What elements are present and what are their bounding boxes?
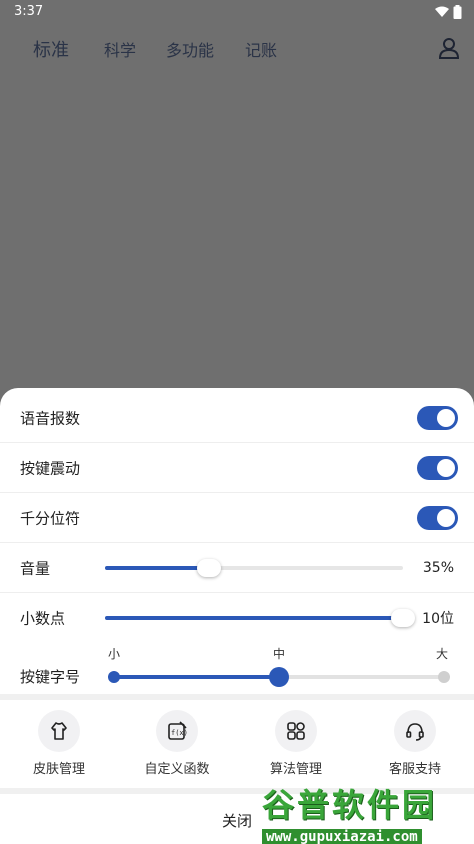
watermark-logo: 谷普软件园 www.gupuxiazai.com xyxy=(262,780,474,844)
decimal-row: 小数点 10位 xyxy=(0,593,474,643)
skin-manage-button[interactable]: 皮肤管理 xyxy=(14,710,104,777)
volume-slider[interactable] xyxy=(105,558,403,577)
thousands-label: 千分位符 xyxy=(20,509,81,527)
tab-multifunction[interactable]: 多功能 xyxy=(166,37,214,61)
keysize-stop-small[interactable] xyxy=(108,671,120,683)
watermark-line2: www.gupuxiazai.com xyxy=(262,829,422,844)
skin-manage-label: 皮肤管理 xyxy=(32,762,85,777)
function-icon: f(x) xyxy=(168,721,188,740)
keysize-row: 按键字号 小 中 大 xyxy=(0,641,474,691)
close-label: 关闭 xyxy=(221,812,252,830)
settings-sheet: 语音报数 按键震动 千分位符 音量 35% 小数点 10位 按键字号 小 中 大 xyxy=(0,388,474,844)
volume-slider-thumb[interactable] xyxy=(197,558,222,577)
keysize-stop-large[interactable] xyxy=(438,671,450,683)
svg-text:f(x): f(x) xyxy=(171,729,188,737)
keysize-mark-small: 小 xyxy=(108,647,121,661)
tab-accounting[interactable]: 记账 xyxy=(245,37,277,61)
decimal-slider-fill xyxy=(105,616,403,620)
voice-row: 语音报数 xyxy=(0,393,474,443)
function-icon-bg: f(x) xyxy=(156,710,198,752)
thousands-toggle[interactable] xyxy=(417,505,458,530)
status-bar: 3:37 xyxy=(0,0,474,24)
decimal-label: 小数点 xyxy=(20,609,66,628)
headset-icon-bg xyxy=(394,710,436,752)
skin-icon xyxy=(51,722,67,740)
keysize-slider[interactable] xyxy=(108,667,450,687)
status-icons xyxy=(435,5,462,19)
user-icon[interactable] xyxy=(438,37,460,59)
vibrate-label: 按键震动 xyxy=(20,459,81,477)
tab-scientific[interactable]: 科学 xyxy=(104,37,136,61)
keysize-label: 按键字号 xyxy=(20,668,81,686)
customer-support-label: 客服支持 xyxy=(388,762,441,777)
custom-function-button[interactable]: f(x) 自定义函数 xyxy=(132,710,222,777)
keysize-mark-large: 大 xyxy=(436,647,449,661)
mode-tabs: 标准 科学 多功能 记账 xyxy=(0,30,474,66)
volume-row: 音量 35% xyxy=(0,543,474,593)
decimal-slider-thumb[interactable] xyxy=(391,609,415,627)
customer-support-button[interactable]: 客服支持 xyxy=(370,710,460,777)
voice-label: 语音报数 xyxy=(20,409,81,427)
watermark-line1: 谷普软件园 xyxy=(262,786,438,824)
decimal-slider[interactable] xyxy=(105,609,415,627)
headset-icon xyxy=(406,723,424,741)
vibrate-row: 按键震动 xyxy=(0,443,474,493)
volume-slider-fill xyxy=(105,565,210,570)
battery-icon xyxy=(453,5,462,19)
status-time: 3:37 xyxy=(14,4,44,19)
custom-function-label: 自定义函数 xyxy=(144,762,210,777)
keysize-slider-thumb[interactable] xyxy=(269,667,289,687)
thousands-row: 千分位符 xyxy=(0,493,474,543)
algorithm-icon xyxy=(287,722,305,740)
vibrate-toggle[interactable] xyxy=(417,455,458,480)
algorithm-icon-bg xyxy=(275,710,317,752)
volume-label: 音量 xyxy=(20,559,51,577)
wifi-icon xyxy=(435,6,449,17)
volume-value: 35% xyxy=(422,559,454,576)
voice-toggle[interactable] xyxy=(417,405,458,430)
tab-standard[interactable]: 标准 xyxy=(33,36,69,62)
skin-icon-bg xyxy=(38,710,80,752)
decimal-value: 10位 xyxy=(422,611,454,627)
keysize-mark-medium: 中 xyxy=(273,647,286,661)
tool-grid: 皮肤管理 f(x) 自定义函数 算法管理 客服支持 xyxy=(0,700,474,786)
algorithm-manage-label: 算法管理 xyxy=(269,762,322,777)
keysize-slider-fill xyxy=(114,675,279,679)
algorithm-manage-button[interactable]: 算法管理 xyxy=(251,710,341,777)
